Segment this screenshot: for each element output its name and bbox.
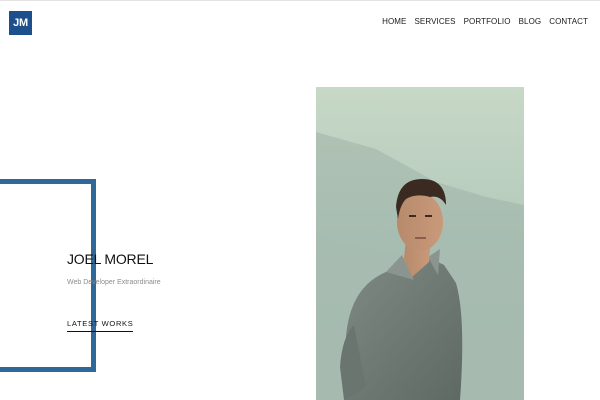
nav-blog-link[interactable]: BLOG [519, 17, 542, 26]
top-divider [0, 0, 600, 1]
nav-home-link[interactable]: HOME [382, 17, 406, 26]
portrait-photo [316, 87, 524, 400]
latest-works-link[interactable]: LATEST WORKS [67, 319, 134, 332]
nav-contact-link[interactable]: CONTACT [549, 17, 588, 26]
hero-name: JOEL MOREL [67, 251, 154, 267]
nav-services-link[interactable]: SERVICES [414, 17, 455, 26]
hero-subtitle: Web Developer Extraordinaire [67, 279, 161, 286]
main-nav: HOME SERVICES PORTFOLIO BLOG CONTACT [382, 17, 588, 26]
logo-badge[interactable]: JM [9, 11, 32, 35]
nav-portfolio-link[interactable]: PORTFOLIO [464, 17, 511, 26]
decorative-frame [0, 179, 96, 372]
